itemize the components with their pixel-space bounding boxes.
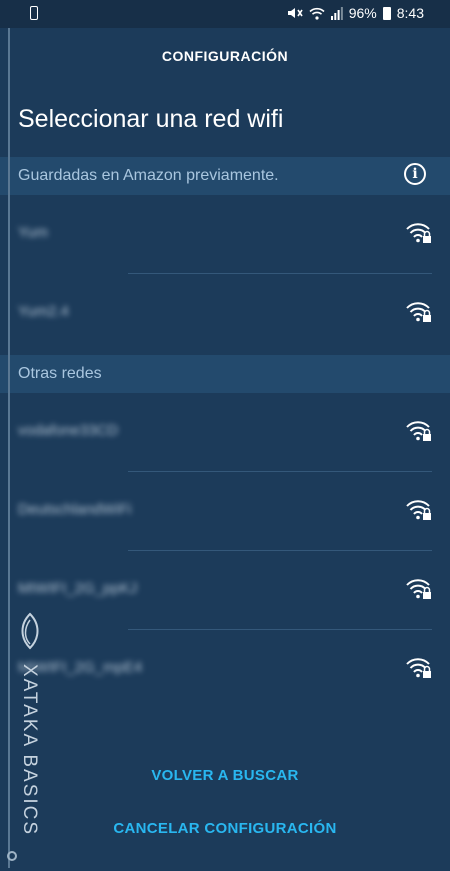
network-row[interactable]: MIWIFI_2G_mpE4 xyxy=(0,631,450,709)
network-name: DeutschlandWiFi xyxy=(18,501,132,518)
phone-icon xyxy=(30,6,38,20)
other-networks-label: Otras redes xyxy=(18,365,102,382)
watermark-dot xyxy=(7,851,17,861)
network-row[interactable]: Yum xyxy=(0,196,450,274)
network-row[interactable]: vodafone33CD xyxy=(0,394,450,472)
network-row[interactable]: MIWIFI_2G_ppKJ xyxy=(0,552,450,630)
wifi-lock-icon xyxy=(406,579,431,599)
cancel-setup-button[interactable]: CANCELAR CONFIGURACIÓN xyxy=(0,820,450,837)
wifi-status-icon xyxy=(309,7,325,20)
network-row[interactable]: DeutschlandWiFi xyxy=(0,473,450,551)
network-name: Yum2.4 xyxy=(18,303,69,320)
battery-icon xyxy=(382,6,391,20)
page-title: Seleccionar una red wifi xyxy=(18,105,284,133)
app-bar-title: CONFIGURACIÓN xyxy=(161,48,289,64)
wifi-lock-icon xyxy=(406,421,431,441)
network-name: Yum xyxy=(18,224,49,241)
status-indicators: 96% 8:43 xyxy=(287,5,424,21)
row-divider xyxy=(128,273,432,274)
network-name: vodafone33CD xyxy=(18,422,119,439)
info-icon[interactable]: i xyxy=(404,163,426,185)
status-bar: 96% 8:43 xyxy=(0,0,450,28)
wifi-lock-icon xyxy=(406,302,431,322)
row-divider xyxy=(128,629,432,630)
watermark-text: XATAKA BASICS xyxy=(19,664,40,837)
wifi-lock-icon xyxy=(406,223,431,243)
row-divider xyxy=(128,471,432,472)
signal-icon xyxy=(330,6,343,20)
clock: 8:43 xyxy=(396,5,424,21)
wifi-lock-icon xyxy=(406,500,431,520)
network-row[interactable]: Yum2.4 xyxy=(0,275,450,353)
saved-networks-header: Guardadas en Amazon previamente. i xyxy=(0,157,450,195)
rescan-button[interactable]: VOLVER A BUSCAR xyxy=(0,767,450,784)
watermark-line xyxy=(8,28,10,868)
other-networks-header: Otras redes xyxy=(0,355,450,393)
saved-networks-label: Guardadas en Amazon previamente. xyxy=(18,167,279,184)
wifi-lock-icon xyxy=(406,658,431,678)
battery-percent: 96% xyxy=(348,5,377,21)
mute-icon xyxy=(287,8,303,18)
xataka-logo-icon xyxy=(21,612,39,650)
row-divider xyxy=(128,550,432,551)
network-name: MIWIFI_2G_ppKJ xyxy=(18,580,138,597)
